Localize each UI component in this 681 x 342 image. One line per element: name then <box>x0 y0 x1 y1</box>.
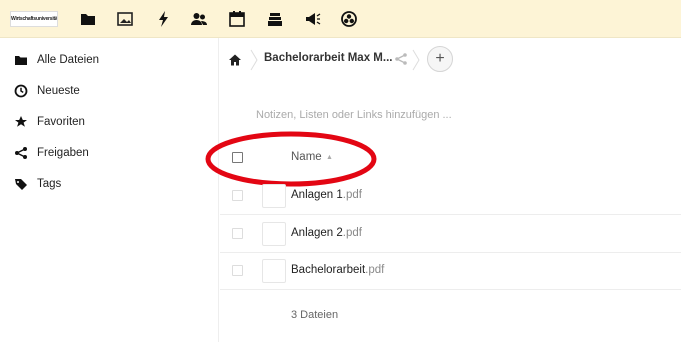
clock-icon <box>14 84 28 98</box>
file-row[interactable]: Anlagen 1.pdf <box>220 177 681 215</box>
institution-logo[interactable]: Wirtschaftsuniversität <box>10 11 58 27</box>
share-icon[interactable] <box>394 52 408 66</box>
activity-icon[interactable] <box>155 10 173 28</box>
breadcrumb-separator <box>411 49 421 71</box>
sidebar-item-shares[interactable]: Freigaben <box>0 139 218 167</box>
breadcrumb-separator <box>249 49 259 71</box>
sidebar-item-all-files[interactable]: Alle Dateien <box>0 46 218 74</box>
breadcrumb: Bachelorarbeit Max M... + <box>220 38 681 80</box>
file-count-summary: 3 Dateien <box>291 309 339 321</box>
file-row[interactable]: Bachelorarbeit.pdf <box>220 252 681 290</box>
folder-icon[interactable] <box>79 10 97 28</box>
image-icon[interactable] <box>116 10 134 28</box>
share-icon <box>14 146 28 160</box>
tag-icon <box>14 177 28 191</box>
add-new-button[interactable]: + <box>427 46 453 72</box>
folder-icon <box>14 53 28 67</box>
sidebar-item-label: Tags <box>37 178 62 190</box>
sort-ascending-icon: ▲ <box>326 154 333 161</box>
file-list-area: Bachelorarbeit Max M... + Name ▲ Anlagen… <box>205 38 681 342</box>
breadcrumb-current-folder[interactable]: Bachelorarbeit Max M... <box>264 52 392 64</box>
file-checkbox[interactable] <box>232 228 243 239</box>
file-checkbox[interactable] <box>232 265 243 276</box>
sidebar-item-favorites[interactable]: Favoriten <box>0 108 218 136</box>
deck-icon[interactable] <box>266 10 284 28</box>
sidebar-item-recent[interactable]: Neueste <box>0 77 218 105</box>
file-checkbox[interactable] <box>232 190 243 201</box>
top-app-bar: Wirtschaftsuniversität <box>0 0 681 38</box>
announcement-icon[interactable] <box>304 10 322 28</box>
calendar-icon[interactable] <box>228 10 246 28</box>
file-name[interactable]: Anlagen 2.pdf <box>291 227 362 239</box>
name-column-header[interactable]: Name <box>291 151 322 163</box>
file-name[interactable]: Bachelorarbeit.pdf <box>291 264 384 276</box>
sidebar-item-label: Freigaben <box>37 147 89 159</box>
sidebar-item-label: Favoriten <box>37 116 85 128</box>
file-list-header: Name ▲ <box>220 139 681 177</box>
sidebar-item-label: Neueste <box>37 85 80 97</box>
star-icon <box>14 115 28 129</box>
files-sidebar: Alle Dateien Neueste Favoriten Freigaben… <box>0 38 219 342</box>
sidebar-item-tags[interactable]: Tags <box>0 170 218 198</box>
rich-workspace-notes-input[interactable] <box>256 106 556 124</box>
home-icon[interactable] <box>228 53 242 67</box>
file-name[interactable]: Anlagen 1.pdf <box>291 189 362 201</box>
circles-icon[interactable] <box>340 10 358 28</box>
pdf-file-icon <box>262 184 286 208</box>
file-row[interactable]: Anlagen 2.pdf <box>220 215 681 253</box>
select-all-checkbox[interactable] <box>232 152 243 163</box>
pdf-file-icon <box>262 259 286 283</box>
sidebar-item-label: Alle Dateien <box>37 54 100 66</box>
contacts-icon[interactable] <box>190 10 208 28</box>
pdf-file-icon <box>262 222 286 246</box>
